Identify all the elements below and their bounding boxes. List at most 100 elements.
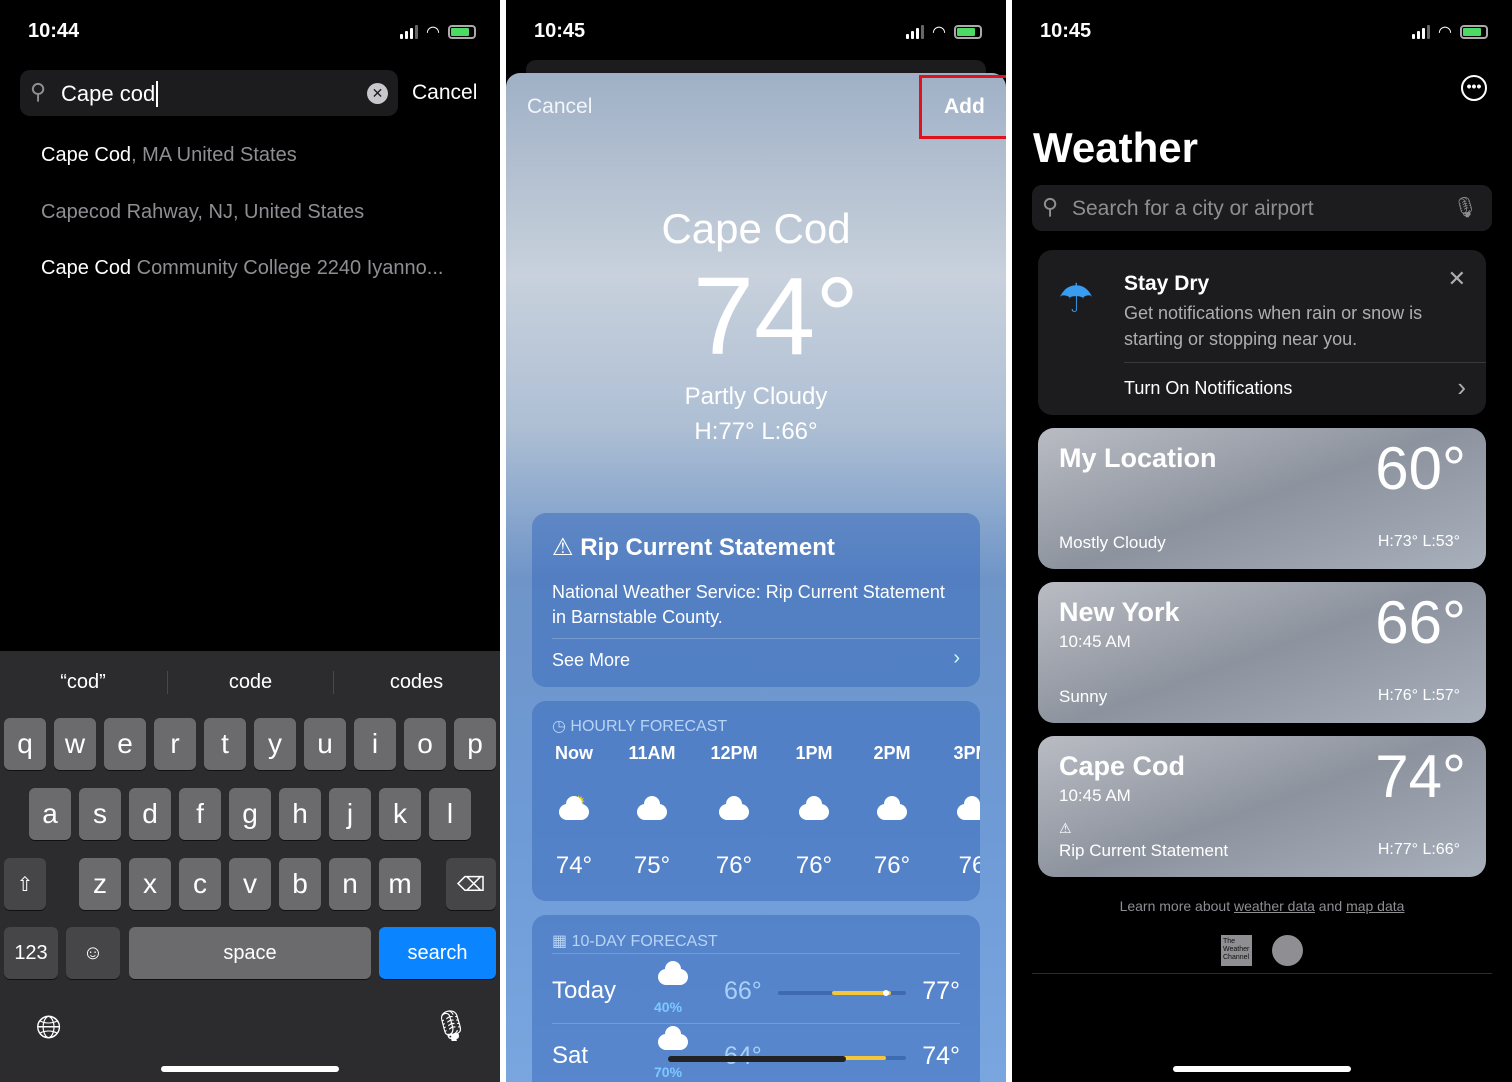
more-icon[interactable]: •••: [1461, 75, 1487, 101]
umbrella-icon: ☂: [1058, 277, 1094, 321]
key-v[interactable]: v: [229, 858, 271, 910]
hourly-item: 3PM 76: [942, 743, 980, 880]
microphone-icon[interactable]: 🎙︎: [1453, 195, 1478, 220]
hourly-item: 2PM 76°: [862, 743, 922, 880]
key-d[interactable]: d: [129, 788, 171, 840]
key-f[interactable]: f: [179, 788, 221, 840]
day-label: Today: [552, 977, 617, 1004]
footer-text: Learn more about weather data and map da…: [1012, 898, 1512, 914]
search-input[interactable]: ⚲ Cape cod ✕: [20, 70, 398, 116]
home-indicator: [668, 1056, 846, 1062]
key-p[interactable]: p: [454, 718, 496, 770]
hour-temp: 76°: [795, 852, 833, 879]
suggestion[interactable]: code: [167, 671, 333, 694]
high-low: H:77° L:66°: [694, 418, 818, 445]
daily-row[interactable]: Today 40% 66° 77°: [532, 961, 980, 1025]
hourly-item: 11AM 75°: [622, 743, 682, 880]
location-condition: Sunny: [1059, 687, 1108, 706]
add-button[interactable]: Add: [944, 95, 985, 119]
status-time: 10:45: [1040, 20, 1092, 42]
warning-icon: ⚠: [1059, 820, 1072, 836]
status-time: 10:45: [534, 20, 586, 42]
key-n[interactable]: n: [329, 858, 371, 910]
numbers-key[interactable]: 123: [4, 927, 58, 979]
banner-body: Get notifications when rain or snow is s…: [1124, 303, 1423, 349]
home-indicator: [1173, 1066, 1351, 1072]
microphone-icon[interactable]: 🎙︎: [432, 1009, 470, 1044]
search-placeholder: Search for a city or airport: [1072, 197, 1314, 220]
high-temp: 77°: [922, 977, 960, 1005]
turn-on-notifications-button[interactable]: Turn On Notifications: [1124, 378, 1292, 399]
key-r[interactable]: r: [154, 718, 196, 770]
signal-icon: [906, 25, 925, 39]
key-u[interactable]: u: [304, 718, 346, 770]
key-i[interactable]: i: [354, 718, 396, 770]
search-key[interactable]: search: [379, 927, 496, 979]
key-s[interactable]: s: [79, 788, 121, 840]
city-search-input[interactable]: ⚲ Search for a city or airport 🎙︎: [1032, 185, 1492, 231]
key-z[interactable]: z: [79, 858, 121, 910]
location-name: My Location: [1059, 443, 1217, 473]
alert-body: National Weather Service: Rip Current St…: [552, 582, 945, 627]
cloud-icon: [942, 796, 980, 824]
key-h[interactable]: h: [279, 788, 321, 840]
hour-temp: 76: [958, 852, 980, 879]
weather-sheet: Cancel Add Cape Cod 74° Partly Cloudy H:…: [506, 73, 1006, 1082]
clock-icon: ◷: [552, 718, 571, 735]
key-q[interactable]: q: [4, 718, 46, 770]
space-key[interactable]: space: [129, 927, 371, 979]
see-more-link[interactable]: See More: [552, 650, 630, 671]
hour-temp: 76°: [715, 852, 753, 879]
suggestion[interactable]: codes: [333, 671, 499, 694]
location-high-low: H:76° L:57°: [1377, 687, 1460, 704]
key-o[interactable]: o: [404, 718, 446, 770]
key-m[interactable]: m: [379, 858, 421, 910]
hourly-item: Now ✹ 74°: [544, 743, 604, 880]
location-card[interactable]: My Location Mostly Cloudy 60° H:73° L:53…: [1038, 428, 1486, 569]
close-icon[interactable]: ✕: [1448, 266, 1466, 292]
key-e[interactable]: e: [104, 718, 146, 770]
key-w[interactable]: w: [54, 718, 96, 770]
backspace-key[interactable]: ⌫: [446, 858, 496, 910]
shift-key[interactable]: ⇧: [4, 858, 46, 910]
key-g[interactable]: g: [229, 788, 271, 840]
map-data-link[interactable]: map data: [1346, 898, 1404, 914]
key-y[interactable]: y: [254, 718, 296, 770]
key-l[interactable]: l: [429, 788, 471, 840]
key-j[interactable]: j: [329, 788, 371, 840]
location-card[interactable]: New York 10:45 AM Sunny 66° H:76° L:57°: [1038, 582, 1486, 723]
search-result[interactable]: Cape Cod, MA United States: [41, 144, 297, 167]
hour-label: Now: [555, 743, 593, 763]
weather-data-link[interactable]: weather data: [1234, 898, 1315, 914]
map-provider-logo[interactable]: [1272, 935, 1303, 966]
search-icon: ⚲: [1042, 194, 1059, 219]
alert-card[interactable]: ⚠ Rip Current Statement National Weather…: [532, 513, 980, 687]
globe-icon[interactable]: 🌐︎: [36, 1009, 62, 1047]
key-k[interactable]: k: [379, 788, 421, 840]
hourly-item: 1PM 76°: [784, 743, 844, 880]
clear-icon[interactable]: ✕: [367, 83, 388, 104]
result-match: Cape Cod: [41, 144, 132, 166]
hour-temp: 75°: [633, 852, 671, 879]
location-condition: Rip Current Statement: [1059, 841, 1229, 860]
cancel-button[interactable]: Cancel: [412, 81, 477, 105]
signal-icon: [1412, 25, 1431, 39]
key-a[interactable]: a: [29, 788, 71, 840]
key-t[interactable]: t: [204, 718, 246, 770]
search-result[interactable]: Cape Cod Community College 2240 Iyanno..…: [41, 257, 443, 280]
suggestion[interactable]: “cod”: [0, 671, 166, 694]
temp-range-bar: [778, 990, 906, 996]
key-b[interactable]: b: [279, 858, 321, 910]
emoji-key[interactable]: ☺: [66, 927, 120, 979]
key-x[interactable]: x: [129, 858, 171, 910]
location-card[interactable]: Cape Cod 10:45 AM ⚠ Rip Current Statemen…: [1038, 736, 1486, 877]
status-icons: ◠: [400, 22, 476, 42]
cloud-icon: [622, 796, 682, 824]
search-result[interactable]: Capecod Rahway, NJ, United States: [41, 201, 364, 224]
cancel-button[interactable]: Cancel: [527, 95, 592, 119]
weather-channel-logo[interactable]: The Weather Channel: [1221, 935, 1252, 966]
search-screen: 10:44 ◠ ⚲ Cape cod ✕ Cancel Cape Cod, MA…: [0, 0, 500, 1082]
key-c[interactable]: c: [179, 858, 221, 910]
daily-title-text: 10-DAY FORECAST: [571, 933, 718, 950]
current-temp: 74°: [692, 255, 860, 378]
